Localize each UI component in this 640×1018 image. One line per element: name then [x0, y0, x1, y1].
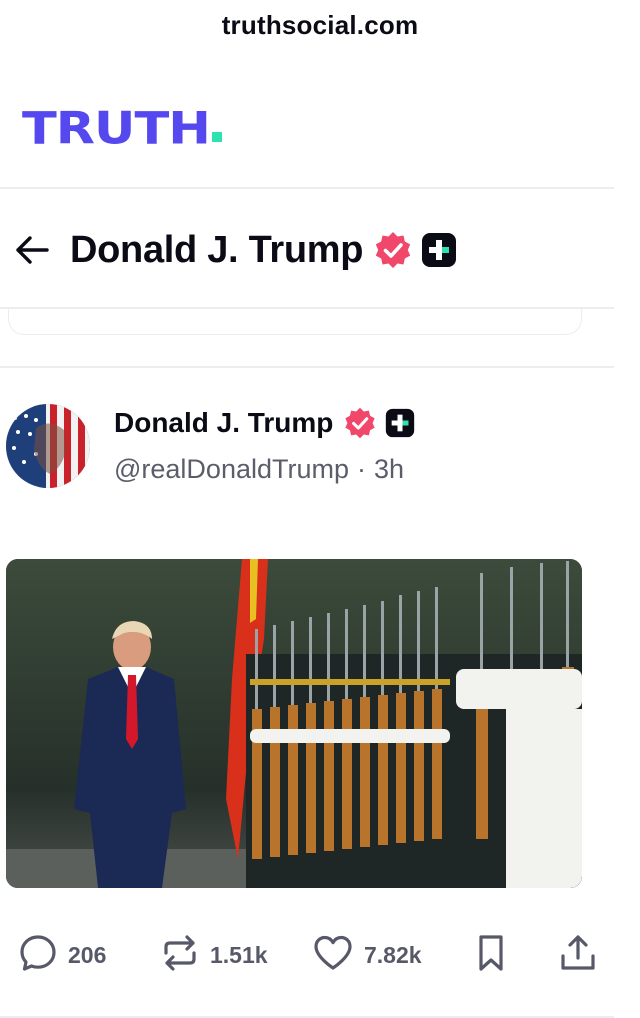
verified-badge-icon — [343, 406, 377, 440]
like-button[interactable]: 7.82k — [312, 930, 422, 980]
arrow-left-icon[interactable] — [12, 230, 52, 270]
logo-text: TRUTH — [22, 103, 211, 155]
reply-count: 206 — [68, 941, 107, 968]
like-count: 7.82k — [364, 941, 422, 968]
share-button[interactable] — [558, 930, 598, 980]
profile-card-edge — [8, 309, 582, 335]
post-header: Donald J. Trump @realDonaldTrump · 3h — [6, 404, 606, 494]
author-name[interactable]: Donald J. Trump — [114, 407, 333, 439]
divider — [0, 366, 614, 368]
post-meta: @realDonaldTrump · 3h — [114, 454, 404, 485]
profile-header: Donald J. Trump — [0, 210, 614, 290]
bookmark-icon — [474, 933, 508, 978]
meta-separator: · — [357, 454, 366, 484]
post-image[interactable] — [6, 559, 582, 888]
share-icon — [558, 932, 598, 979]
reply-button[interactable]: 206 — [18, 930, 106, 980]
comment-icon — [18, 933, 58, 978]
bookmark-button[interactable] — [474, 930, 508, 980]
truth-plus-icon — [385, 408, 415, 438]
repost-icon — [160, 933, 200, 978]
url-text: truthsocial.com — [221, 10, 419, 40]
truth-logo[interactable]: TRUTH — [22, 96, 222, 156]
author-handle[interactable]: @realDonaldTrump — [114, 454, 349, 485]
profile-name: Donald J. Trump — [70, 228, 364, 271]
retruth-button[interactable]: 1.51k — [160, 930, 268, 980]
post-time[interactable]: 3h — [374, 454, 404, 485]
retruth-count: 1.51k — [210, 941, 268, 968]
url-bar[interactable]: truthsocial.com — [0, 0, 640, 50]
avatar[interactable] — [6, 404, 90, 488]
heart-icon — [312, 933, 354, 978]
logo-dot — [211, 132, 222, 142]
post-actions: 206 1.51k 7.82k — [0, 930, 614, 980]
divider — [0, 187, 614, 189]
verified-badge-icon — [373, 230, 413, 270]
truth-plus-icon — [421, 232, 457, 268]
